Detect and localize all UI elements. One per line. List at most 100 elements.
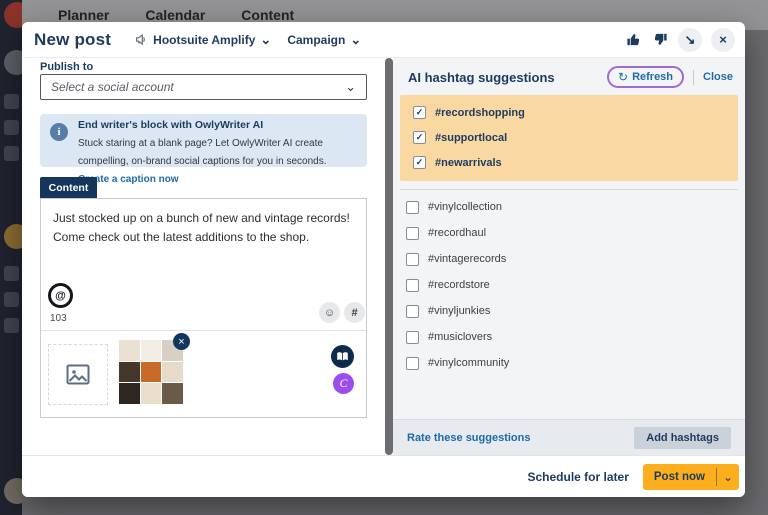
checkbox-checked[interactable]: ✓ (413, 156, 426, 169)
emoji-button[interactable]: ☺ (319, 302, 340, 323)
panel-scrollbar[interactable] (385, 58, 393, 455)
check-icon: ✓ (416, 107, 424, 118)
chevron-down-icon: ⌄ (723, 473, 733, 481)
add-hashtags-button[interactable]: Add hashtags (634, 427, 731, 449)
checkbox-checked[interactable]: ✓ (413, 131, 426, 144)
hashtag-panel-header: AI hashtag suggestions ↻ Refresh Close (393, 58, 745, 88)
expand-arrow-icon: ↘ (685, 32, 696, 48)
checkbox-unchecked[interactable] (406, 357, 419, 370)
chevron-down-icon: ⌄ (350, 36, 361, 44)
thumbs-down-button[interactable] (651, 31, 669, 49)
at-mention-icon: @ (55, 290, 66, 302)
hashtag-label: #recordshopping (435, 107, 525, 119)
publish-to-label: Publish to (40, 61, 93, 73)
character-count: 103 (50, 313, 67, 324)
close-panel-link[interactable]: Close (703, 71, 733, 83)
hashtag-label: #supportlocal (435, 132, 507, 144)
image-placeholder-icon (66, 364, 90, 385)
hashtag-option[interactable]: #musiclovers (393, 324, 745, 350)
post-now-button[interactable]: Post now (643, 464, 716, 490)
check-icon: ✓ (416, 132, 424, 143)
new-post-dialog: New post Hootsuite Amplify ⌄ Campaign ⌄ … (22, 22, 745, 497)
hashtag-suggestions-panel: AI hashtag suggestions ↻ Refresh Close ✓… (393, 58, 745, 455)
post-options-button[interactable]: ⌄ (717, 464, 739, 490)
amplify-label: Hootsuite Amplify (153, 33, 255, 47)
banner-body: Stuck staring at a blank page? Let OwlyW… (78, 138, 326, 167)
megaphone-icon (135, 33, 148, 46)
hashtag-button[interactable]: # (344, 302, 365, 323)
rate-suggestions-link[interactable]: Rate these suggestions (407, 432, 530, 444)
hashtag-label: #recordstore (428, 279, 490, 291)
hashtag-label: #vinyljunkies (428, 305, 490, 317)
post-text-area[interactable]: Just stocked up on a bunch of new and vi… (53, 209, 355, 246)
hashtag-label: #vintagerecords (428, 253, 506, 265)
info-icon: i (50, 123, 68, 141)
owlywriter-banner: i End writer's block with OwlyWriter AI … (40, 114, 367, 167)
checkbox-unchecked[interactable] (406, 279, 419, 292)
refresh-label: Refresh (632, 71, 673, 83)
hashtag-option[interactable]: #vinylcommunity (393, 350, 745, 376)
close-icon: × (178, 336, 184, 348)
hashtag-label: #vinylcollection (428, 201, 502, 213)
checkbox-unchecked[interactable] (406, 305, 419, 318)
campaign-label: Campaign (287, 33, 345, 47)
hashtag-panel-footer: Rate these suggestions Add hashtags (393, 419, 745, 455)
suggested-hashtags-list: #vinylcollection #recordhaul #vintagerec… (393, 194, 745, 376)
checkbox-unchecked[interactable] (406, 227, 419, 240)
checkbox-unchecked[interactable] (406, 253, 419, 266)
emoji-icon: ☺ (324, 307, 335, 319)
hashtag-option[interactable]: #vintagerecords (393, 246, 745, 272)
refresh-button[interactable]: ↻ Refresh (607, 66, 684, 88)
hashtag-option[interactable]: #vinylcollection (393, 194, 745, 220)
hashtag-option[interactable]: #recordhaul (393, 220, 745, 246)
chevron-down-icon: ⌄ (345, 83, 356, 91)
hashtag-label: #recordhaul (428, 227, 486, 239)
page-title: New post (34, 30, 111, 50)
hashtag-option-selected[interactable]: ✓ #supportlocal (400, 125, 738, 150)
checkbox-unchecked[interactable] (406, 331, 419, 344)
banner-title: End writer's block with OwlyWriter AI (78, 119, 359, 131)
close-icon: × (719, 32, 727, 47)
screen: PlannerCalendarContent New post Hootsuit… (0, 0, 768, 515)
open-book-icon (336, 351, 349, 362)
dialog-footer: Schedule for later Post now ⌄ (22, 455, 745, 497)
mention-button[interactable]: @ (48, 283, 73, 308)
header-actions: ↘ × (624, 28, 735, 52)
thumbs-up-icon (626, 32, 641, 47)
hashtag-panel-title: AI hashtag suggestions (408, 70, 607, 85)
hashtag-label: #vinylcommunity (428, 357, 509, 369)
thumbs-down-icon (653, 32, 668, 47)
hashtag-option-selected[interactable]: ✓ #newarrivals (400, 150, 738, 175)
content-editor: Just stocked up on a bunch of new and vi… (40, 198, 367, 418)
chevron-down-icon: ⌄ (260, 36, 271, 44)
checkbox-unchecked[interactable] (406, 201, 419, 214)
schedule-for-later-button[interactable]: Schedule for later (528, 470, 629, 484)
remove-media-button[interactable]: × (173, 333, 190, 350)
canva-button[interactable]: C (333, 373, 354, 394)
hashtag-icon: # (351, 307, 357, 319)
header-divider (693, 70, 694, 85)
editor-divider (41, 330, 366, 331)
hashtag-option-selected[interactable]: ✓ #recordshopping (400, 100, 738, 125)
thumbs-up-button[interactable] (624, 31, 642, 49)
social-account-select[interactable]: Select a social account ⌄ (40, 74, 367, 100)
media-library-button[interactable] (331, 345, 354, 368)
canva-icon: C (339, 376, 347, 391)
close-button[interactable]: × (711, 28, 735, 52)
expand-button[interactable]: ↘ (678, 28, 702, 52)
records-photo (119, 340, 183, 404)
select-placeholder: Select a social account (51, 80, 345, 94)
composer-panel: Publish to Select a social account ⌄ i E… (22, 58, 385, 455)
amplify-dropdown[interactable]: Hootsuite Amplify ⌄ (135, 33, 271, 47)
add-media-dropzone[interactable] (48, 344, 108, 405)
check-icon: ✓ (416, 157, 424, 168)
hashtag-option[interactable]: #recordstore (393, 272, 745, 298)
post-now-split-button: Post now ⌄ (643, 464, 739, 490)
attached-image-thumbnail[interactable]: × (119, 340, 183, 404)
selected-hashtags-group: ✓ #recordshopping ✓ #supportlocal ✓ #new… (400, 95, 738, 181)
campaign-dropdown[interactable]: Campaign ⌄ (287, 33, 361, 47)
checkbox-checked[interactable]: ✓ (413, 106, 426, 119)
content-tab[interactable]: Content (40, 177, 97, 198)
hashtag-label: #newarrivals (435, 157, 502, 169)
hashtag-option[interactable]: #vinyljunkies (393, 298, 745, 324)
